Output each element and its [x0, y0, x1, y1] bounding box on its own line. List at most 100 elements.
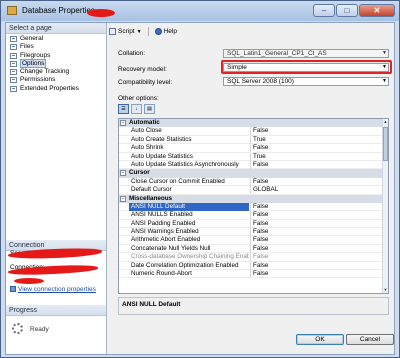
grid-category-automatic[interactable]: − Automatic — [119, 119, 383, 128]
page-icon — [10, 44, 17, 51]
grid-row[interactable]: Concatenate Null Yields Null False — [119, 244, 383, 254]
property-value[interactable]: False — [250, 202, 383, 211]
page-list: General Files Filegroups Options Change … — [8, 35, 104, 93]
link-label: View connection properties — [18, 286, 96, 293]
property-name: Default Cursor — [131, 186, 172, 194]
grid-category-label: Automatic — [129, 119, 160, 126]
script-icon — [109, 28, 116, 35]
highlight-box — [221, 60, 392, 74]
script-label: Script — [118, 28, 135, 35]
grid-row[interactable]: Close Cursor on Commit Enabled False — [119, 177, 383, 187]
collation-select[interactable]: SQL_Latin1_General_CP1_CI_AS ▼ — [223, 49, 389, 58]
grid-row[interactable]: Auto Shrink False — [119, 144, 383, 153]
options-property-grid: − Automatic Auto Close False Auto Create Sta… — [118, 118, 389, 294]
redaction-mark — [87, 9, 115, 17]
property-value[interactable]: False — [250, 270, 383, 279]
property-value[interactable]: False — [250, 244, 383, 253]
collapse-toggle-icon[interactable]: − — [120, 195, 126, 202]
page-label: Change Tracking — [20, 68, 70, 76]
property-value[interactable]: False — [250, 144, 383, 153]
property-pages-icon[interactable]: ▤ — [144, 104, 155, 114]
grid-row[interactable]: Date Correlation Optimization Enabled Fal… — [119, 261, 383, 271]
title-bar[interactable]: Database Properties - – □ ✕ — [1, 1, 399, 21]
property-value[interactable]: False — [250, 253, 383, 262]
page-item-extended-properties[interactable]: Extended Properties — [8, 85, 104, 93]
property-value[interactable]: GLOBAL — [250, 186, 383, 195]
grid-row[interactable]: ANSI NULL Default False — [119, 202, 383, 212]
property-grid-rows: − Automatic Auto Close False Auto Create Sta… — [119, 119, 383, 279]
scroll-thumb[interactable] — [383, 127, 388, 161]
page-item-general[interactable]: General — [8, 35, 104, 43]
progress-status: Ready — [30, 326, 49, 333]
property-name: Auto Update Statistics — [131, 152, 193, 160]
property-name: ANSI NULL Default — [129, 202, 249, 211]
help-button[interactable]: Help — [154, 28, 177, 35]
page-label: Files — [20, 43, 34, 51]
grid-toolbar: ☰ ↓ ▤ — [118, 104, 155, 114]
property-name: Concatenate Null Yields Null — [131, 244, 211, 252]
page-icon — [10, 85, 17, 92]
property-name: Arithmetic Abort Enabled — [131, 236, 201, 244]
close-button[interactable]: ✕ — [359, 4, 395, 17]
compatibility-level-select[interactable]: SQL Server 2008 (100) ▼ — [223, 77, 389, 86]
ok-button[interactable]: OK — [296, 334, 344, 345]
page-label: General — [20, 35, 44, 42]
grid-category-label: Cursor — [129, 169, 150, 177]
minimize-button[interactable]: – — [313, 4, 335, 17]
database-properties-window: Database Properties - – □ ✕ Select a pag… — [0, 0, 400, 358]
page-item-files[interactable]: Files — [8, 43, 104, 51]
property-value[interactable]: False — [250, 177, 383, 186]
grid-row[interactable]: Cross-database Ownership Chaining Enable… — [119, 253, 383, 262]
property-name: Numeric Round-Abort — [131, 270, 192, 278]
connection-section: Connection Server: Connection: View conn… — [6, 240, 106, 300]
property-value[interactable]: True — [250, 152, 383, 161]
property-value[interactable]: False — [250, 211, 383, 220]
collation-label: Collation: — [118, 50, 146, 57]
progress-header: Progress — [6, 305, 106, 316]
page-icon — [10, 60, 17, 67]
property-value[interactable]: True — [250, 135, 383, 144]
other-options-label: Other options: — [118, 95, 159, 102]
categorized-icon[interactable]: ☰ — [118, 104, 129, 114]
vertical-scrollbar[interactable]: ▲ ▼ — [382, 119, 388, 293]
collapse-toggle-icon[interactable]: − — [120, 120, 126, 126]
scroll-down-arrow-icon[interactable]: ▼ — [383, 287, 388, 293]
grid-row[interactable]: Auto Update Statistics Asynchronously Fal… — [119, 160, 383, 170]
grid-row[interactable]: ANSI NULLS Enabled False — [119, 211, 383, 220]
grid-row[interactable]: Auto Close False — [119, 127, 383, 136]
sort-alphabetical-icon[interactable]: ↓ — [131, 104, 142, 114]
grid-row[interactable]: Auto Update Statistics True — [119, 152, 383, 161]
select-page-header: Select a page — [6, 23, 106, 34]
maximize-button[interactable]: □ — [336, 4, 358, 17]
property-value[interactable]: False — [250, 228, 383, 237]
grid-row[interactable]: Auto Create Statistics True — [119, 135, 383, 145]
grid-row[interactable]: ANSI Padding Enabled False — [119, 219, 383, 229]
collapse-toggle-icon[interactable]: − — [120, 170, 126, 177]
grid-category-cursor[interactable]: − Cursor — [119, 169, 383, 178]
page-label: Extended Properties — [20, 84, 79, 92]
property-name: Close Cursor on Commit Enabled — [131, 177, 225, 185]
progress-spinner-icon — [12, 323, 23, 334]
property-value[interactable]: False — [250, 236, 383, 245]
property-value[interactable]: False — [250, 261, 383, 270]
scroll-up-arrow-icon[interactable]: ▲ — [383, 119, 388, 125]
grid-row[interactable]: Arithmetic Abort Enabled False — [119, 236, 383, 245]
grid-category-miscellaneous[interactable]: − Miscellaneous — [119, 194, 383, 203]
property-value[interactable]: False — [250, 219, 383, 228]
grid-row[interactable]: Numeric Round-Abort False — [119, 270, 383, 279]
collation-value: SQL_Latin1_General_CP1_CI_AS — [227, 50, 327, 57]
property-description: ANSI NULL Default — [118, 297, 389, 315]
grid-row[interactable]: Default Cursor GLOBAL — [119, 186, 383, 195]
progress-section: Progress Ready — [6, 305, 106, 354]
page-icon — [10, 52, 17, 59]
property-value[interactable]: False — [250, 160, 383, 169]
left-panel: Select a page General Files Filegroups O… — [6, 23, 107, 354]
grid-row[interactable]: ANSI Warnings Enabled False — [119, 228, 383, 237]
view-connection-properties-link[interactable]: View connection properties — [10, 286, 96, 293]
property-value[interactable]: False — [250, 127, 383, 136]
script-button[interactable]: Script ▼ — [109, 28, 142, 35]
page-item-change-tracking[interactable]: Change Tracking — [8, 68, 104, 76]
page-item-permissions[interactable]: Permissions — [8, 76, 104, 84]
cancel-button[interactable]: Cancel — [346, 334, 394, 345]
page-item-options[interactable]: Options — [8, 58, 104, 68]
